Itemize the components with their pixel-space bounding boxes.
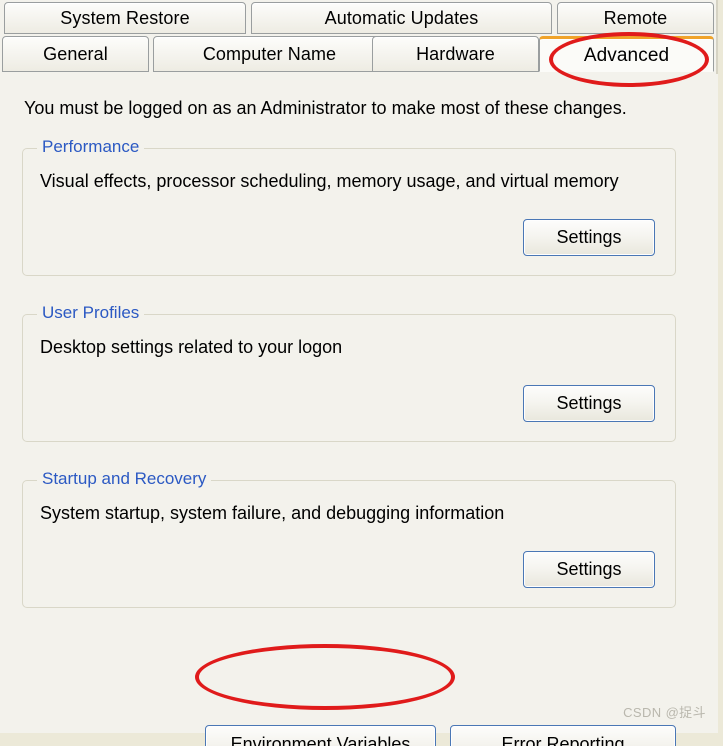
button-label: Settings xyxy=(556,393,622,413)
system-properties-screenshot: System Restore Automatic Updates Remote … xyxy=(0,0,723,746)
group-description-performance: Visual effects, processor scheduling, me… xyxy=(40,171,619,191)
tab-label: Remote xyxy=(603,8,668,28)
button-label: Error Reporting xyxy=(501,733,625,746)
user-profiles-settings-button[interactable]: Settings xyxy=(523,385,655,422)
dialog-frame: System Restore Automatic Updates Remote … xyxy=(0,0,723,746)
tab-panel-advanced: You must be logged on as an Administrato… xyxy=(0,74,718,746)
tab-hardware[interactable]: Hardware xyxy=(372,36,539,72)
csdn-watermark: CSDN @捉斗 xyxy=(623,705,706,720)
group-title-performance: Performance xyxy=(37,137,145,157)
error-reporting-button[interactable]: Error Reporting xyxy=(450,725,676,746)
button-label: Environment Variables xyxy=(230,733,411,746)
tab-strip: System Restore Automatic Updates Remote … xyxy=(0,0,718,74)
tab-general[interactable]: General xyxy=(2,36,149,72)
group-title-user-profiles: User Profiles xyxy=(37,303,145,323)
tab-computer-name[interactable]: Computer Name xyxy=(153,36,386,72)
tab-label: Automatic Updates xyxy=(324,8,479,28)
dialog-client-area: System Restore Automatic Updates Remote … xyxy=(0,0,718,746)
environment-variables-button[interactable]: Environment Variables xyxy=(205,725,436,746)
button-label: Settings xyxy=(556,227,622,247)
tab-label: System Restore xyxy=(60,8,190,28)
performance-settings-button[interactable]: Settings xyxy=(523,219,655,256)
startup-and-recovery-settings-button[interactable]: Settings xyxy=(523,551,655,588)
button-label: Settings xyxy=(556,559,622,579)
tab-system-restore[interactable]: System Restore xyxy=(4,2,246,34)
group-title-startup-and-recovery: Startup and Recovery xyxy=(37,469,212,489)
administrator-note: You must be logged on as an Administrato… xyxy=(24,98,627,118)
tab-label: Advanced xyxy=(583,44,670,66)
group-description-user-profiles: Desktop settings related to your logon xyxy=(40,337,343,357)
tab-remote[interactable]: Remote xyxy=(557,2,714,34)
tab-label: Computer Name xyxy=(202,44,337,64)
tab-label: Hardware xyxy=(416,44,495,64)
tab-label: General xyxy=(43,44,108,64)
tab-advanced[interactable]: Advanced xyxy=(539,36,714,72)
tab-automatic-updates[interactable]: Automatic Updates xyxy=(251,2,552,34)
group-description-startup-and-recovery: System startup, system failure, and debu… xyxy=(40,503,505,523)
group-startup-and-recovery: Startup and Recovery System startup, sys… xyxy=(22,469,676,608)
group-performance: Performance Visual effects, processor sc… xyxy=(22,137,676,276)
group-user-profiles: User Profiles Desktop settings related t… xyxy=(22,303,676,442)
